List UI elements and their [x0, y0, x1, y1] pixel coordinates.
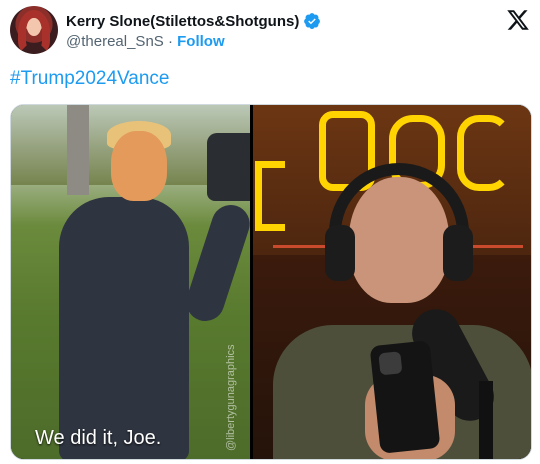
- tweet-header: Kerry Slone(Stilettos&Shotguns) @thereal…: [10, 6, 530, 56]
- author-avatar[interactable]: [10, 6, 58, 54]
- media-image-right[interactable]: [253, 105, 531, 459]
- headphone-cup-right: [443, 225, 473, 281]
- meme-caption: We did it, Joe.: [35, 427, 162, 449]
- raised-arm: [181, 200, 250, 326]
- author-display-name[interactable]: Kerry Slone(Stilettos&Shotguns): [66, 13, 299, 30]
- follow-button[interactable]: Follow: [177, 33, 225, 50]
- tweet-media[interactable]: We did it, Joe. @libertygunagraphics: [10, 104, 532, 460]
- image-watermark: @libertygunagraphics: [225, 344, 237, 451]
- mic-stand: [479, 381, 493, 459]
- man-head: [111, 131, 167, 201]
- tweet-hashtag-link[interactable]: #Trump2024Vance: [10, 68, 170, 90]
- phone-camera: [378, 351, 403, 376]
- man-on-phone: [59, 197, 250, 459]
- handle-separator: ·: [167, 33, 173, 50]
- neon-letter: [457, 115, 511, 191]
- parked-car: [207, 133, 250, 201]
- media-image-left[interactable]: We did it, Joe. @libertygunagraphics: [11, 105, 250, 459]
- avatar-face: [27, 18, 41, 36]
- verified-badge-icon: [304, 13, 321, 29]
- x-logo-icon[interactable]: [506, 8, 530, 32]
- author-name-row: Kerry Slone(Stilettos&Shotguns): [66, 12, 321, 30]
- neon-letter: [255, 161, 285, 231]
- tree-trunk: [67, 105, 89, 195]
- smartphone-icon: [369, 340, 441, 454]
- author-handle-row: @thereal_SnS · Follow: [66, 33, 225, 50]
- author-handle[interactable]: @thereal_SnS: [66, 33, 164, 50]
- headphone-cup-left: [325, 225, 355, 281]
